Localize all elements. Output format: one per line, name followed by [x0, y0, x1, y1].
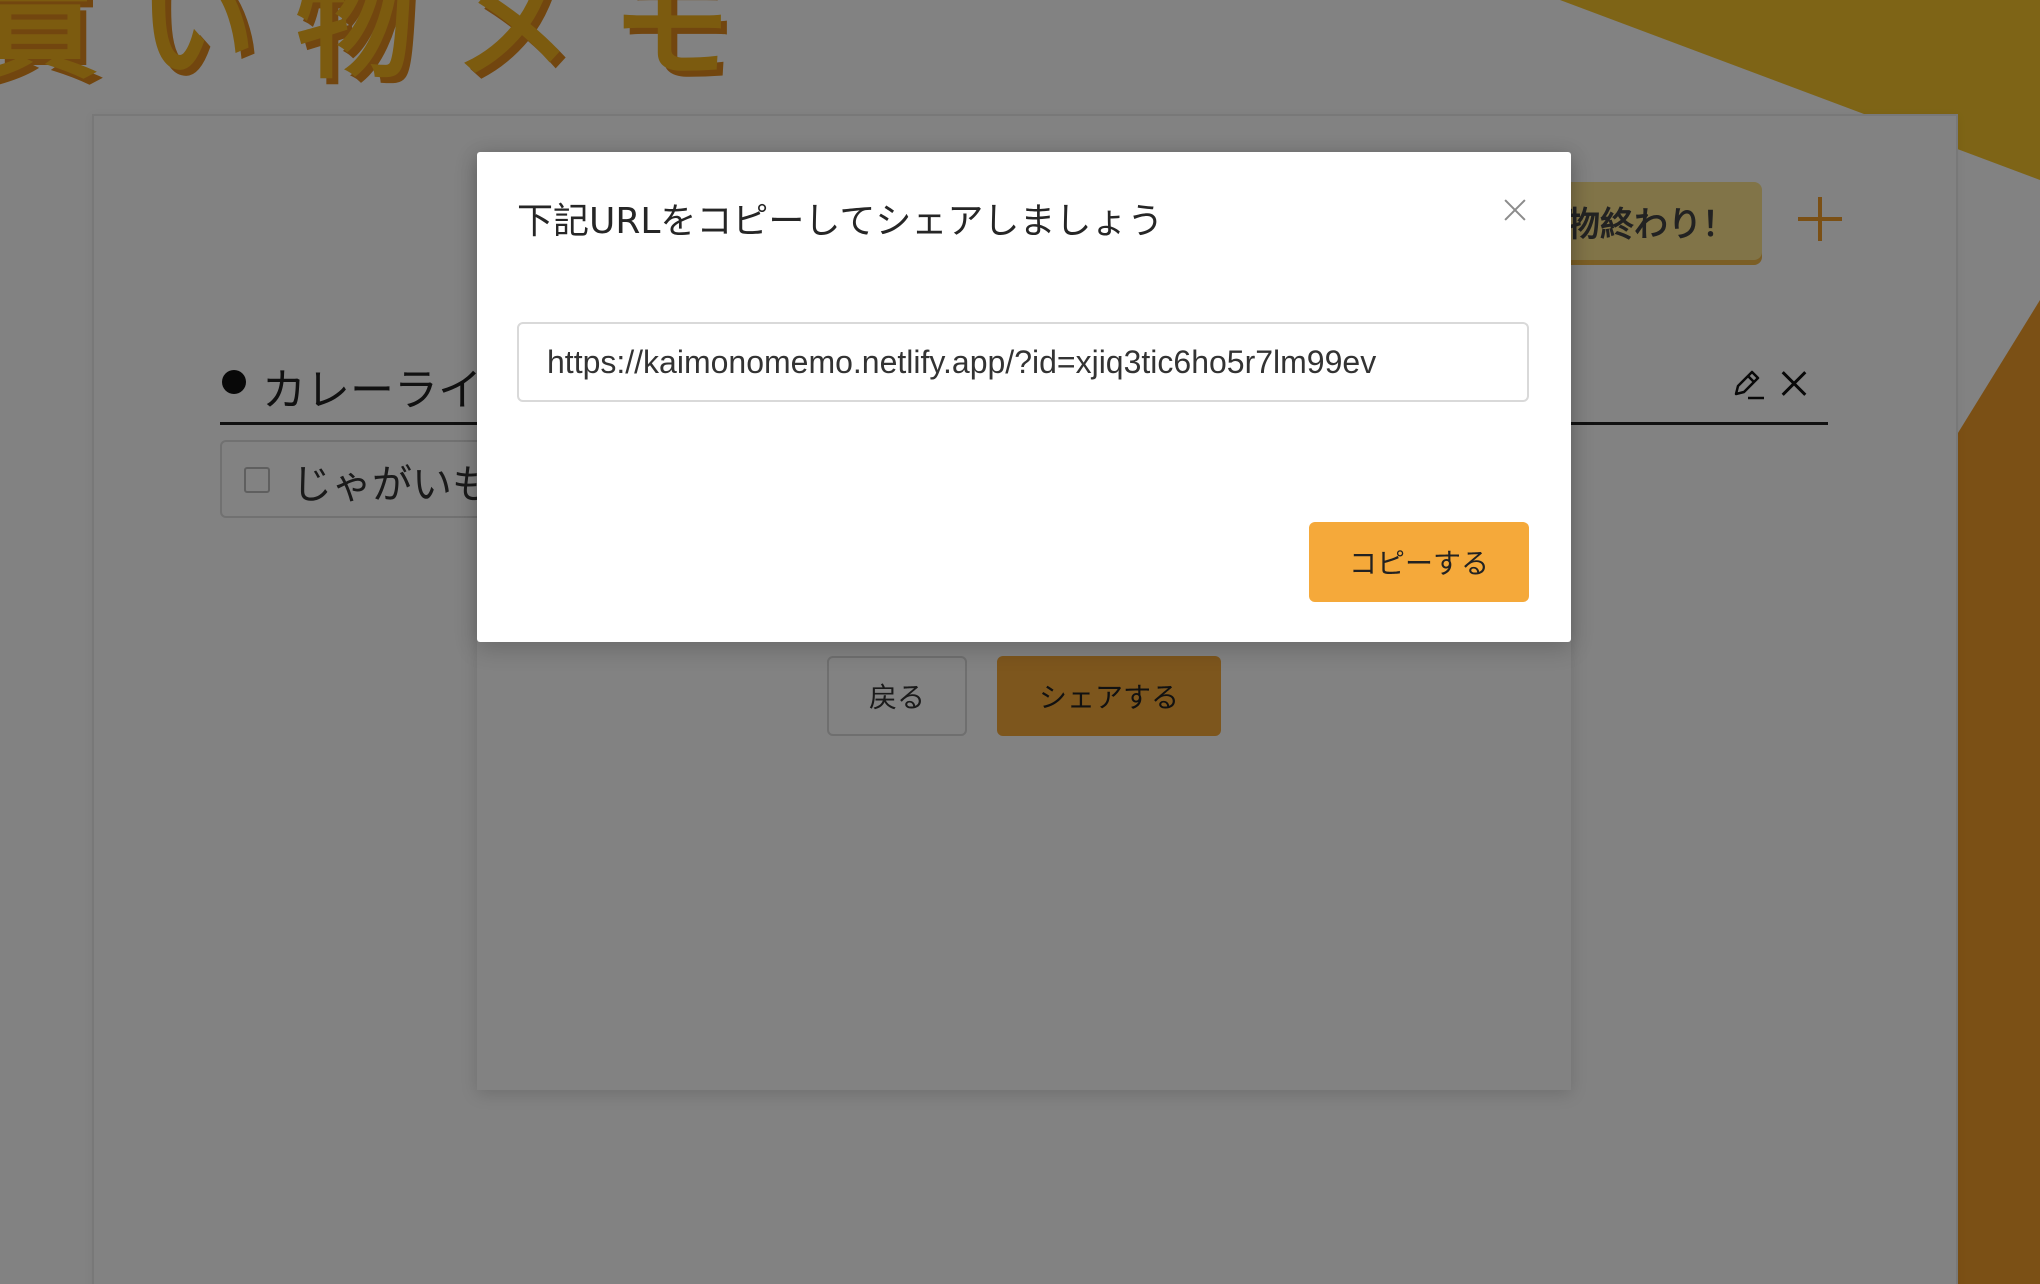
app-page: 買い物メモ 物終わり！ カレーライ じゃがいも 戻る シェアする 下記URLをコ…: [0, 0, 2040, 1284]
copy-button[interactable]: コピーする: [1309, 522, 1529, 602]
dialog-title: 下記URLをコピーしてシェアしましょう: [517, 201, 1164, 242]
share-url-input[interactable]: [517, 322, 1529, 402]
close-icon[interactable]: [1501, 196, 1529, 224]
url-share-dialog: 下記URLをコピーしてシェアしましょう コピーする: [477, 152, 1571, 642]
